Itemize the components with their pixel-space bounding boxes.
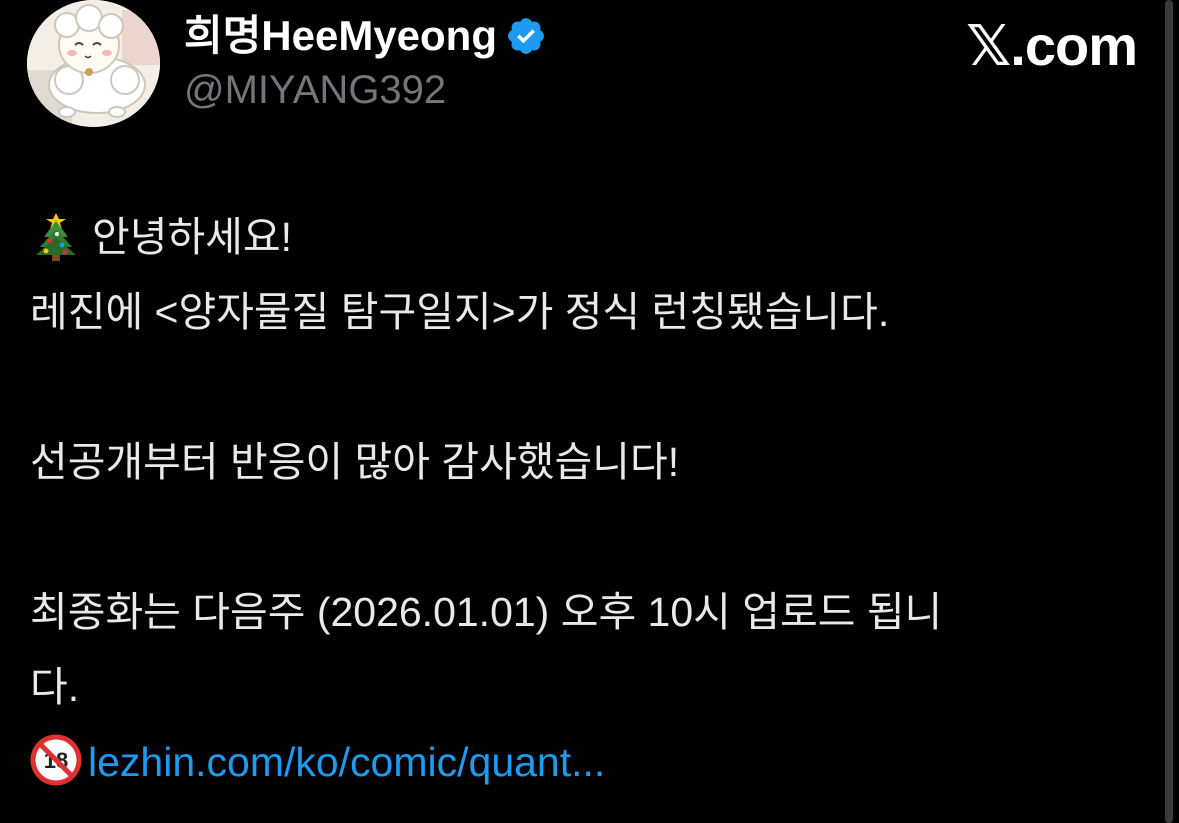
verified-badge-icon — [508, 18, 544, 54]
post-line4-text: 최종화는 다음주 (2026.01.01) 오후 10시 업로드 됩니 — [30, 589, 943, 635]
author-name-text: 희명HeeMyeong — [184, 12, 497, 59]
author-display-name[interactable]: 희명HeeMyeong — [184, 10, 547, 62]
post-body: 안녕하세요! 레진에 <양자물질 탐구일지>가 정식 런칭됐습니다. 선공개부터… — [30, 200, 1130, 800]
author-handle[interactable]: @MIYANG392 — [184, 66, 446, 114]
avatar[interactable] — [27, 0, 160, 127]
sheep-avatar-icon — [27, 0, 160, 127]
post-link[interactable]: lezhin.com/ko/comic/quant... — [88, 739, 605, 785]
scrollbar[interactable] — [1165, 0, 1173, 823]
post-line1-text: 안녕하세요! — [92, 214, 292, 260]
post-line2-text: 레진에 <양자물질 탐구일지>가 정식 런칭됐습니다. — [30, 289, 890, 335]
post-line-greeting: 안녕하세요! — [30, 200, 1130, 275]
x-com-logo: 𝕏.com — [966, 14, 1138, 77]
post-line5-text: 다. — [30, 664, 80, 710]
post-blank-line — [30, 500, 1130, 575]
christmas-tree-icon — [36, 213, 76, 261]
post-line3-text: 선공개부터 반응이 많아 감사했습니다! — [30, 439, 680, 485]
post-blank-line — [30, 350, 1130, 425]
no-one-under-eighteen-icon: 18 — [30, 734, 82, 786]
post-link-line: 18 lezhin.com/ko/comic/quant... — [30, 725, 1130, 800]
post-header: 희명HeeMyeong @MIYANG392 𝕏.com — [27, 0, 1138, 130]
